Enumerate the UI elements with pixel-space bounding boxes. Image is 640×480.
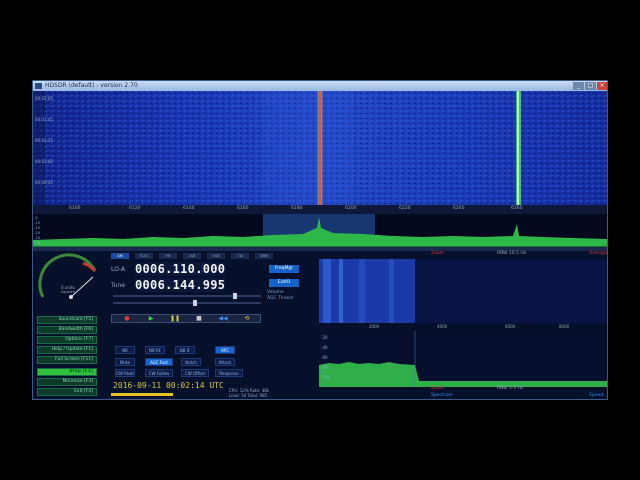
af-spectrum[interactable]: -20 -40 -60 -80 -100 — [319, 331, 607, 387]
af-tick: 4000 — [437, 324, 448, 329]
af-spectrum-label: Spectrum — [431, 393, 453, 398]
window-title: HDSDR (default) - version 2.70 — [45, 82, 138, 89]
nb-rf-button[interactable]: NB RF — [145, 346, 165, 354]
app-window: HDSDR (default) - version 2.70 _ □ × 00:… — [32, 80, 608, 400]
title-bar[interactable]: HDSDR (default) - version 2.70 _ □ × — [33, 81, 607, 91]
af-tick: 2000 — [369, 324, 380, 329]
mute-button[interactable]: Mute — [115, 358, 135, 366]
pause-button[interactable]: ❚❚ — [166, 315, 184, 322]
af-speed-label: Speed — [589, 393, 604, 398]
af-level: -20 — [321, 335, 328, 340]
af-zoom-label-2: Zoom — [431, 386, 444, 391]
freq-tick: 6180 — [291, 206, 303, 211]
freq-tick: 6140 — [183, 206, 195, 211]
rf-waterfall[interactable]: 00:02:05 00:01:45 00:01:25 00:01:05 00:0… — [33, 91, 607, 205]
agc-slider[interactable] — [113, 302, 261, 304]
stop-button[interactable]: Stop [F2] — [37, 368, 97, 376]
mode-usb-button[interactable]: USB — [207, 253, 225, 259]
lo-frequency-display[interactable]: 0006.110.000 — [135, 262, 226, 276]
svg-text:00:02:05: 00:02:05 — [35, 96, 53, 101]
soundcard-button[interactable]: Soundcard [F5] — [37, 316, 97, 324]
agc-slider-thumb[interactable] — [193, 300, 197, 306]
af-tick: 8000 — [559, 324, 570, 329]
exit-button[interactable]: Exit [F4] — [37, 388, 97, 396]
s-meter-sublabel: Squelch — [61, 290, 75, 294]
rewind-button[interactable]: ◀◀ — [214, 315, 232, 322]
lo-label: LO-A — [111, 266, 126, 273]
nr-button[interactable]: NR — [115, 346, 135, 354]
maximize-button[interactable]: □ — [585, 82, 596, 90]
cw-fullbw-button[interactable]: CW Fullbw — [145, 369, 173, 377]
af-tick: 6000 — [505, 324, 516, 329]
freq-tick: 6100 — [69, 206, 81, 211]
play-button[interactable]: ▶ — [142, 315, 160, 322]
af-freq-scale: 2000 4000 6000 8000 — [319, 324, 607, 330]
af-zoom-label: Zoom — [431, 251, 444, 256]
freq-tick: 6200 — [345, 206, 357, 211]
volume-slider[interactable] — [113, 295, 261, 297]
afc-button[interactable]: AFC — [215, 346, 235, 354]
app-icon — [35, 83, 42, 89]
af-waterfall[interactable] — [319, 259, 607, 323]
record-button[interactable]: ● — [118, 315, 136, 322]
mode-fm-button[interactable]: FM — [159, 253, 177, 259]
af-rbw-top: RBW 10.5 Hz — [497, 251, 527, 256]
s-meter: S units Squelch — [38, 253, 97, 299]
options-button[interactable]: Options [F7] — [37, 336, 97, 344]
svg-text:00:01:25: 00:01:25 — [35, 138, 53, 143]
cw-peak-button[interactable]: CW Peak — [115, 369, 135, 377]
level-tick: -30 — [34, 240, 41, 245]
volume-slider-thumb[interactable] — [233, 293, 237, 299]
attack-button[interactable]: Attack — [215, 358, 235, 366]
frequency-scale[interactable]: 6100 6120 6140 6160 6180 6200 6220 6240 … — [33, 205, 607, 214]
recorder-transport: ● ▶ ❚❚ ■ ◀◀ ⟲ — [111, 314, 261, 323]
svg-text:00:00:45: 00:00:45 — [35, 180, 53, 185]
af-level: -40 — [321, 345, 328, 350]
tune-frequency-display[interactable]: 0006.144.995 — [135, 278, 226, 292]
svg-text:00:01:05: 00:01:05 — [35, 159, 53, 164]
freq-tick: 6220 — [399, 206, 411, 211]
bandwidth-button[interactable]: Bandwidth [F6] — [37, 326, 97, 334]
freq-tick: 6160 — [237, 206, 249, 211]
mode-am-button[interactable]: AM — [111, 253, 129, 259]
stop-rec-button[interactable]: ■ — [190, 315, 208, 322]
utc-clock: 2016-09-11 00:02:14 UTC — [113, 381, 224, 390]
stat-line-2: Load: 54 Total: 985 — [229, 393, 268, 398]
mode-drm-button[interactable]: DRM — [255, 253, 273, 259]
agc-thresh-label: AGC Thresh — [267, 296, 294, 301]
close-button[interactable]: × — [597, 82, 607, 90]
cw-offset-button[interactable]: CW Offset — [181, 369, 209, 377]
af-level: -80 — [321, 365, 328, 370]
freq-tick: 6260 — [511, 206, 523, 211]
svg-text:00:01:45: 00:01:45 — [35, 117, 53, 122]
agc-fast-button[interactable]: AGC Fast — [145, 358, 173, 366]
mode-ecss-button[interactable]: ECSS — [135, 253, 153, 259]
nb-if-button[interactable]: NB IF — [175, 346, 195, 354]
loop-button[interactable]: ⟲ — [238, 315, 256, 322]
tune-label: Tune — [111, 282, 126, 289]
response-button[interactable]: Response — [215, 369, 243, 377]
af-rbw-bottom: RBW 5.9 Hz — [497, 386, 524, 391]
af-avg-label: Average — [589, 251, 608, 256]
notch-button[interactable]: Notch — [181, 358, 201, 366]
freqmgr-button[interactable]: FreqMgr — [269, 265, 299, 273]
af-level: -60 — [321, 355, 328, 360]
freq-tick: 6120 — [129, 206, 141, 211]
volume-label: Volume — [267, 290, 284, 295]
audio-level-bar — [111, 393, 173, 396]
minimize-app-button[interactable]: Minimize [F3] — [37, 378, 97, 386]
demod-mode-strip: AM ECSS FM LSB USB CW DRM — [111, 253, 311, 259]
level-scale: -5 -10 -15 -20 -25 -30 — [34, 215, 41, 245]
extio-button[interactable]: ExtIO — [269, 279, 299, 287]
full-screen-button[interactable]: Full Screen [F11] — [37, 356, 97, 364]
freq-tick: 6240 — [453, 206, 465, 211]
mode-cw-button[interactable]: CW — [231, 253, 249, 259]
help-update-button[interactable]: Help / Update [F1] — [37, 346, 97, 354]
af-level: -100 — [321, 375, 331, 380]
rf-spectrum[interactable]: -5 -10 -15 -20 -25 -30 — [33, 214, 607, 247]
minimize-button[interactable]: _ — [573, 82, 584, 90]
mode-lsb-button[interactable]: LSB — [183, 253, 201, 259]
